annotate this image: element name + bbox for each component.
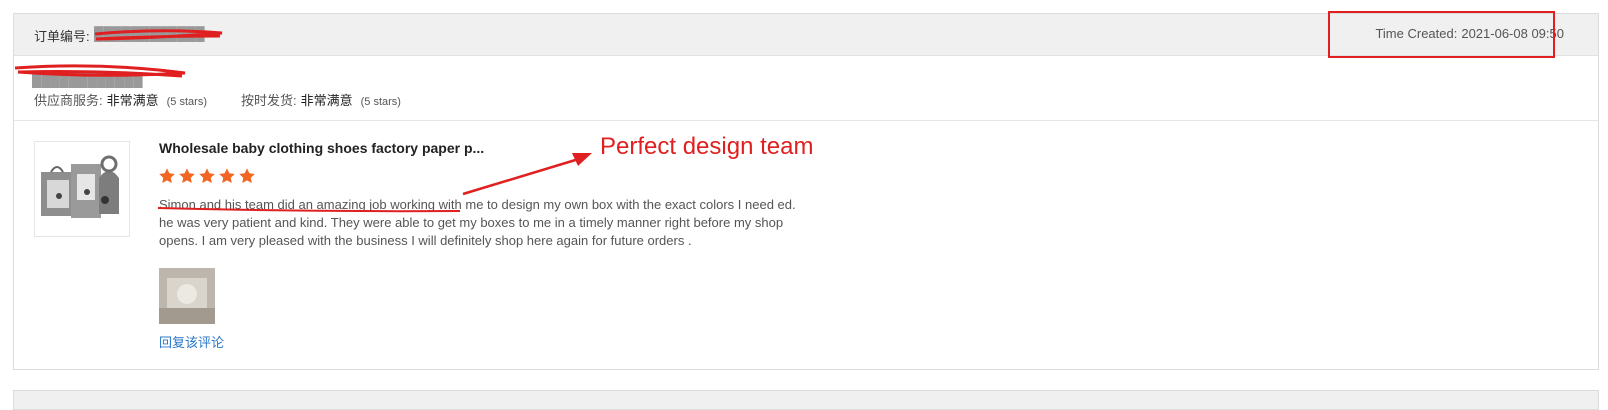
reply-review-link[interactable]: 回复该评论 xyxy=(159,332,224,351)
rating-stars-text: (5 stars) xyxy=(360,96,401,108)
rating-label: 供应商服务: xyxy=(34,93,103,108)
order-number-label: 订单编号: xyxy=(34,29,90,44)
review-text: Simon and his team did an amazing job wo… xyxy=(159,197,796,248)
ratings-row: 供应商服务: 非常满意 (5 stars) 按时发货: 非常满意 (5 star… xyxy=(34,90,435,109)
product-thumbnail[interactable] xyxy=(34,141,130,237)
review-card: 订单编号: ████████████ Time Created: 2021-06… xyxy=(13,13,1599,370)
rating-supplier-service: 供应商服务: 非常满意 (5 stars) xyxy=(34,90,207,109)
review-photo[interactable] xyxy=(159,268,215,324)
rating-on-time-delivery: 按时发货: 非常满意 (5 stars) xyxy=(241,90,401,109)
star-icon xyxy=(239,168,255,184)
product-title[interactable]: Wholesale baby clothing shoes factory pa… xyxy=(159,140,484,156)
rating-stars-text: (5 stars) xyxy=(166,96,207,108)
order-number-value: ████████████ xyxy=(94,26,205,41)
annotation-text: Perfect design team xyxy=(600,133,814,160)
next-review-card xyxy=(13,390,1599,410)
product-box-image xyxy=(41,155,119,218)
rating-value: 非常满意 xyxy=(106,93,159,108)
rating-label: 按时发货: xyxy=(240,93,297,108)
buyer-name: ████████████ xyxy=(32,72,143,87)
section-divider xyxy=(14,120,1598,121)
star-icon xyxy=(199,168,215,184)
review-stars xyxy=(158,167,256,185)
star-icon xyxy=(159,168,175,184)
annotation-highlight-box xyxy=(1328,11,1555,58)
star-icon xyxy=(219,168,235,184)
star-icon xyxy=(179,168,195,184)
review-photo-image xyxy=(159,268,215,324)
rating-value: 非常满意 xyxy=(300,93,353,108)
